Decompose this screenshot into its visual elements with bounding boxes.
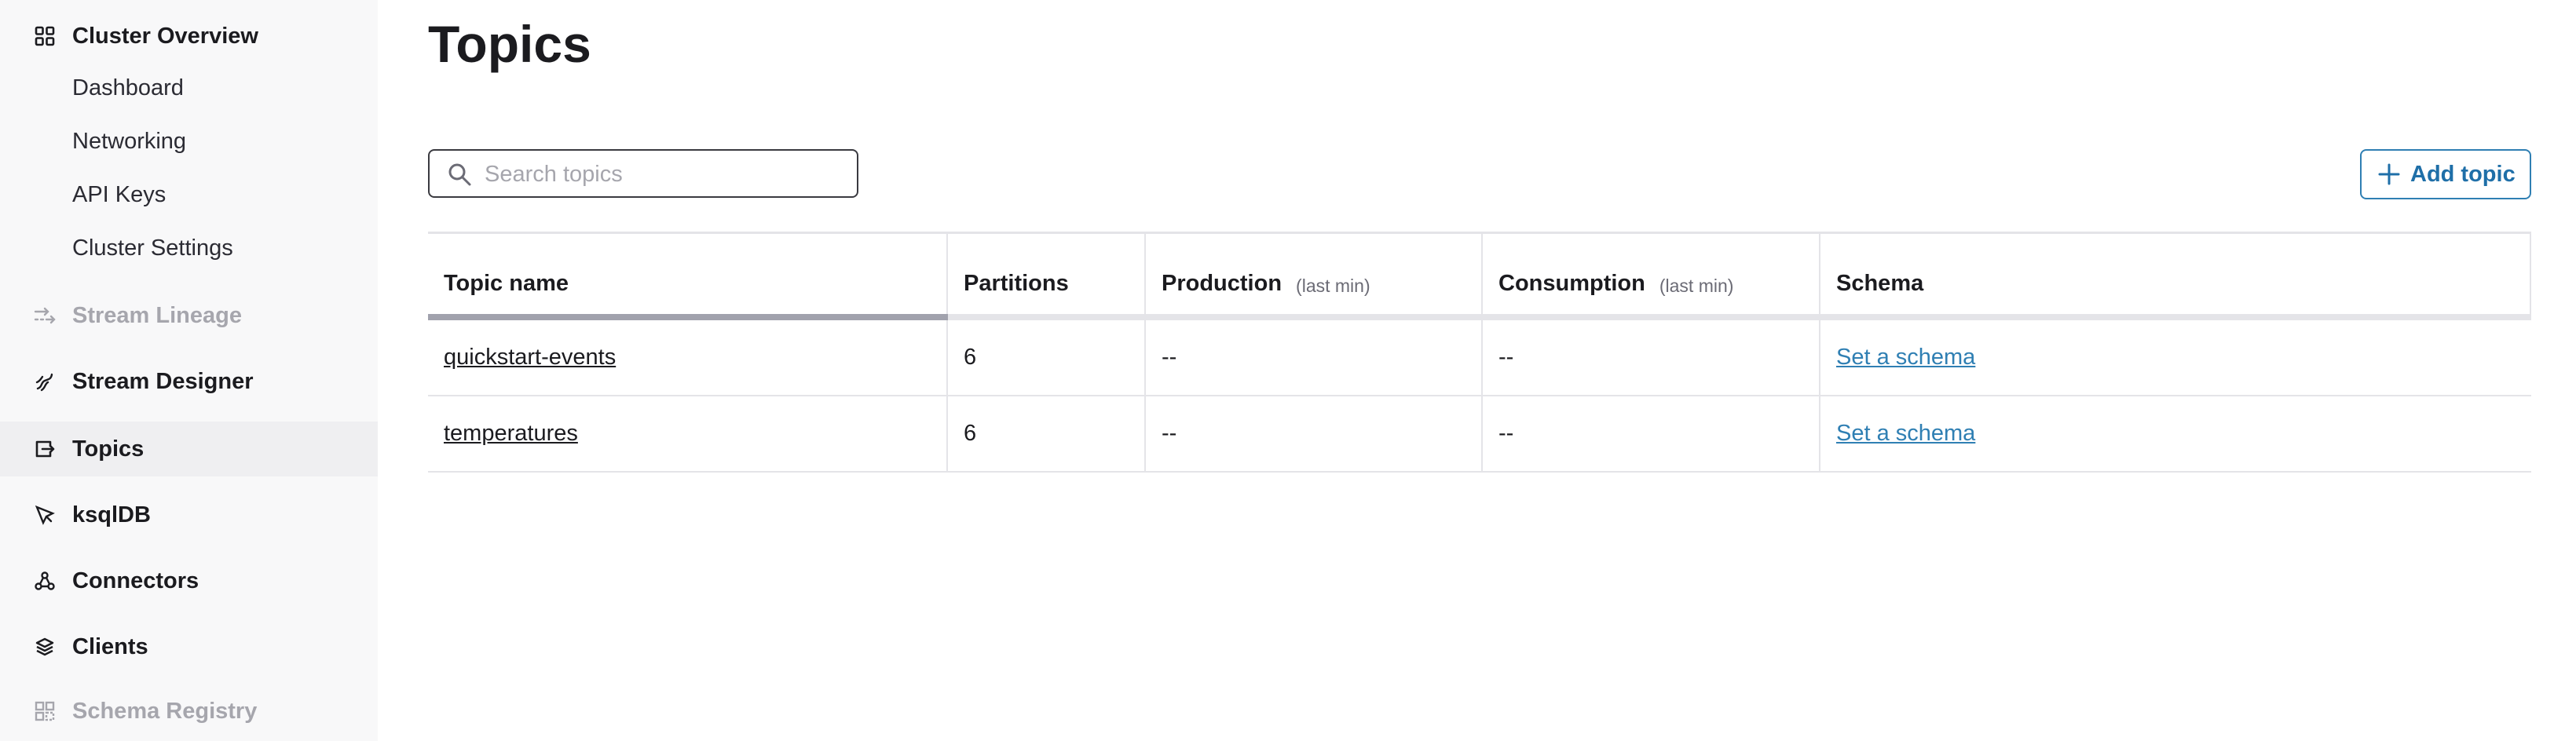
column-header-schema[interactable]: Schema [1820, 234, 2531, 314]
cell-consumption: -- [1483, 396, 1820, 471]
sidebar: Cluster Overview Dashboard Networking AP… [0, 0, 378, 741]
cell-production: -- [1146, 320, 1483, 395]
cell-partitions: 6 [948, 320, 1146, 395]
sidebar-item-topics[interactable]: Topics [0, 422, 378, 476]
sidebar-item-stream-designer[interactable]: Stream Designer [0, 364, 378, 399]
cell-production: -- [1146, 396, 1483, 471]
table-row[interactable]: quickstart-events 6 -- -- Set a schema [428, 320, 2531, 396]
ksqldb-icon [33, 503, 57, 527]
search-input[interactable] [483, 157, 847, 192]
cell-schema: Set a schema [1820, 396, 2531, 471]
sidebar-subitem-dashboard[interactable]: Dashboard [72, 75, 184, 101]
sidebar-item-label: Topics [72, 436, 145, 462]
sidebar-subitem-networking[interactable]: Networking [72, 129, 186, 155]
column-hint: (last min) [1659, 276, 1734, 296]
sidebar-item-label: Stream Designer [72, 368, 254, 394]
sidebar-subitem-api-keys[interactable]: API Keys [72, 182, 166, 208]
page-title: Topics [428, 15, 591, 73]
column-header-production[interactable]: Production (last min) [1146, 234, 1483, 314]
column-label: Production [1162, 271, 1283, 296]
column-label: Partitions [964, 271, 1069, 296]
add-topic-label: Add topic [2410, 161, 2516, 187]
sidebar-item-clients[interactable]: Clients [0, 630, 378, 664]
table-header: Topic name Partitions Production (last m… [428, 234, 2531, 320]
sidebar-item-stream-lineage[interactable]: Stream Lineage [0, 298, 378, 333]
column-label: Topic name [444, 271, 569, 296]
cell-topic-name: temperatures [428, 396, 948, 471]
sidebar-item-label: Cluster Overview [72, 23, 258, 49]
column-hint: (last min) [1296, 276, 1370, 296]
cell-schema: Set a schema [1820, 320, 2531, 395]
sidebar-item-label: ksqlDB [72, 502, 151, 527]
sidebar-item-label: Connectors [72, 568, 199, 593]
topic-link[interactable]: quickstart-events [444, 345, 616, 370]
topic-link[interactable]: temperatures [444, 421, 578, 447]
sort-indicator [428, 314, 948, 320]
sidebar-subitem-cluster-settings[interactable]: Cluster Settings [72, 235, 233, 261]
schema-registry-icon [33, 699, 57, 723]
connectors-icon [33, 569, 57, 593]
clients-icon [33, 635, 57, 659]
plus-icon [2378, 163, 2400, 185]
topics-table: Topic name Partitions Production (last m… [428, 232, 2531, 473]
lineage-icon [33, 304, 57, 327]
grid-icon [33, 24, 57, 48]
set-schema-link[interactable]: Set a schema [1836, 421, 1975, 447]
sidebar-item-ksqldb[interactable]: ksqlDB [0, 498, 378, 532]
column-label: Schema [1836, 271, 1924, 296]
column-label: Consumption [1498, 271, 1645, 296]
sidebar-item-label: Clients [72, 633, 148, 659]
app-root: Cluster Overview Dashboard Networking AP… [0, 0, 2576, 741]
table-row[interactable]: temperatures 6 -- -- Set a schema [428, 396, 2531, 473]
sidebar-item-cluster-overview[interactable]: Cluster Overview [0, 20, 378, 52]
column-header-partitions[interactable]: Partitions [948, 234, 1146, 314]
cell-consumption: -- [1483, 320, 1820, 395]
add-topic-button[interactable]: Add topic [2360, 149, 2531, 199]
search-box[interactable] [428, 149, 858, 198]
topics-icon [33, 437, 57, 461]
column-header-topic-name[interactable]: Topic name [428, 234, 948, 314]
sidebar-item-connectors[interactable]: Connectors [0, 564, 378, 598]
search-icon [448, 163, 471, 186]
set-schema-link[interactable]: Set a schema [1836, 345, 1975, 370]
designer-icon [33, 370, 57, 393]
cell-partitions: 6 [948, 396, 1146, 471]
sidebar-item-schema-registry[interactable]: Schema Registry [0, 694, 378, 728]
column-header-consumption[interactable]: Consumption (last min) [1483, 234, 1820, 314]
cell-topic-name: quickstart-events [428, 320, 948, 395]
sidebar-item-label: Schema Registry [72, 698, 258, 724]
sidebar-item-label: Stream Lineage [72, 302, 242, 328]
